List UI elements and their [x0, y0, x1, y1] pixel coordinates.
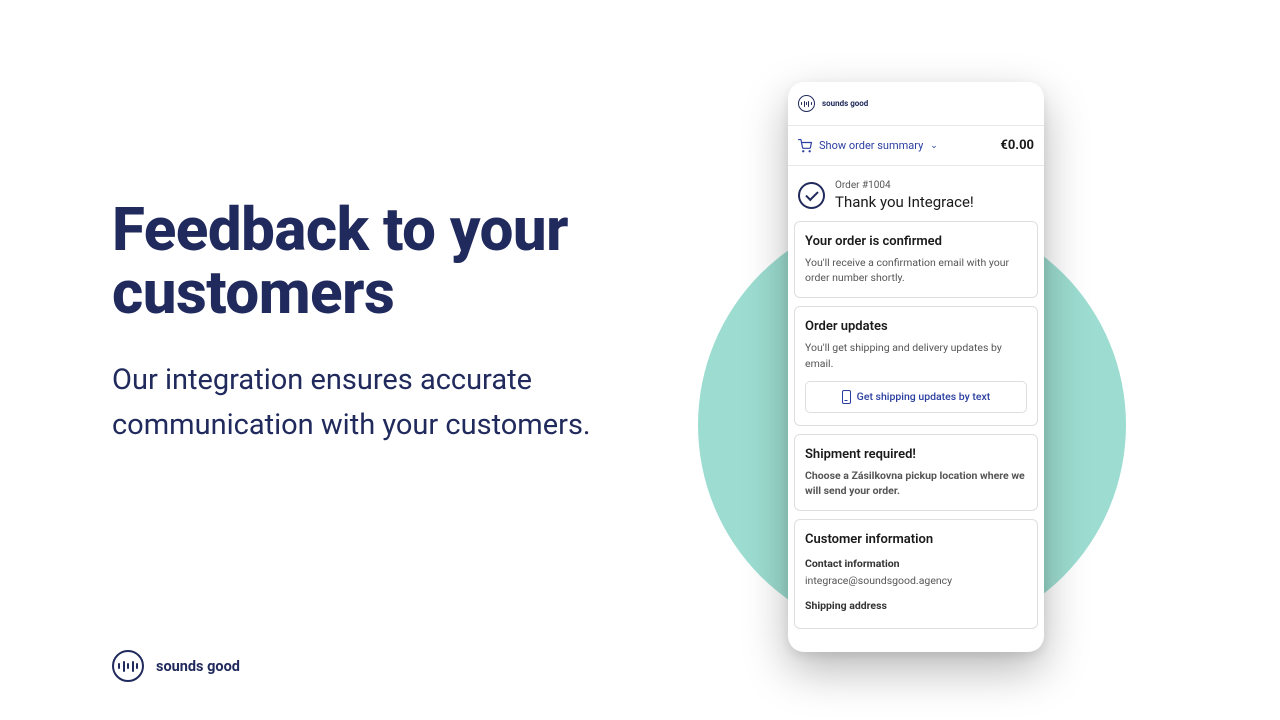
- order-confirmed-body: You'll receive a confirmation email with…: [805, 255, 1027, 285]
- pickup-location-link[interactable]: Choose a Zásilkovna pickup location wher…: [805, 468, 1027, 498]
- mobile-phone-icon: [842, 390, 851, 404]
- order-updates-body: You'll get shipping and delivery updates…: [805, 340, 1027, 370]
- phone-header: sounds good: [788, 82, 1044, 126]
- shipping-address-label: Shipping address: [805, 599, 1027, 612]
- order-confirmed-title: Your order is confirmed: [805, 234, 1027, 249]
- phone-mockup: sounds good Show order summary ⌄ €0.00 O…: [788, 82, 1044, 652]
- brand-name: sounds good: [156, 658, 240, 675]
- shipment-required-title: Shipment required!: [805, 447, 1027, 462]
- page-subhead: Our integration ensures accurate communi…: [112, 358, 692, 448]
- cart-icon: [798, 139, 812, 153]
- contact-information-label: Contact information: [805, 557, 1027, 570]
- phone-brand-name: sounds good: [822, 99, 868, 108]
- check-circle-icon: [798, 182, 825, 209]
- brand-footer: sounds good: [112, 650, 240, 682]
- shipment-required-card: Shipment required! Choose a Zásilkovna p…: [794, 434, 1038, 511]
- shipping-updates-text-label: Get shipping updates by text: [857, 390, 991, 403]
- order-updates-title: Order updates: [805, 319, 1027, 334]
- brand-logo-icon: [798, 95, 815, 112]
- thank-you-line: Thank you Integrace!: [835, 193, 974, 211]
- order-number: Order #1004: [835, 180, 974, 191]
- customer-information-title: Customer information: [805, 532, 1027, 547]
- brand-logo-icon: [112, 650, 144, 682]
- order-confirmed-card: Your order is confirmed You'll receive a…: [794, 221, 1038, 298]
- order-summary-label: Show order summary: [819, 139, 923, 152]
- customer-information-card: Customer information Contact information…: [794, 519, 1038, 629]
- order-thank-you: Order #1004 Thank you Integrace!: [788, 166, 1044, 221]
- page-headline: Feedback to your customers: [112, 198, 672, 324]
- order-updates-card: Order updates You'll get shipping and de…: [794, 306, 1038, 425]
- chevron-down-icon: ⌄: [930, 141, 938, 151]
- order-summary-price: €0.00: [1000, 138, 1034, 153]
- contact-information-value: integrace@soundsgood.agency: [805, 574, 1027, 587]
- shipping-updates-text-button[interactable]: Get shipping updates by text: [805, 381, 1027, 413]
- order-summary-toggle[interactable]: Show order summary ⌄ €0.00: [788, 126, 1044, 166]
